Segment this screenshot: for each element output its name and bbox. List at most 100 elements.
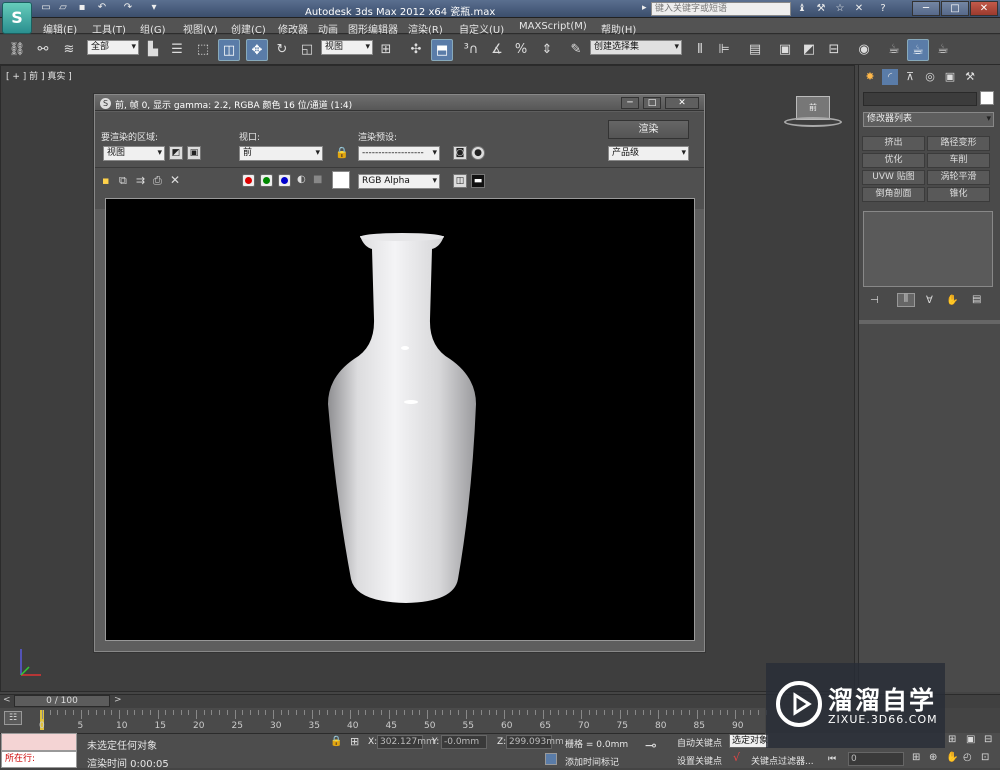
time-slider[interactable]: 0 / 100 [14,695,110,707]
menu-graph-editors[interactable]: 图形编辑器 [348,21,398,36]
absolute-mode-icon[interactable]: ⊞ [350,735,359,748]
schematic-view-icon[interactable]: ⊟ [823,39,845,61]
show-end-result-icon[interactable]: ⫼ [897,293,915,307]
close-button[interactable]: ✕ [970,1,998,16]
snaps-toggle-icon[interactable]: ³∩ [460,39,482,61]
auto-key-button[interactable]: 自动关键点 [677,736,722,749]
toggle-ui-overlay-icon[interactable]: ◫ [453,174,467,188]
slider-prev-icon[interactable]: < [3,695,11,705]
named-selection-select[interactable]: 创建选择集 [590,40,682,55]
clear-image-icon[interactable]: ✕ [170,173,180,187]
help-icon[interactable]: ? [876,2,890,16]
optimize-button[interactable]: 优化 [862,153,925,168]
add-time-tag-button[interactable]: 添加时间标记 [565,755,619,768]
reference-coordinate-select[interactable]: 视图 [321,40,373,55]
mini-curve-editor-icon[interactable]: ☷ [4,711,22,725]
graphite-modeling-icon[interactable]: ▣ [774,39,796,61]
mirror-icon[interactable]: ⫴ [689,39,711,61]
menu-tools[interactable]: 工具(T) [92,21,126,36]
spinner-snap-icon[interactable]: ⇕ [536,39,558,61]
menu-views[interactable]: 视图(V) [183,21,218,36]
display-channel-select[interactable]: RGB Alpha [358,174,440,189]
area-to-render-select[interactable]: 视图 [103,146,165,161]
redo-icon[interactable]: ↷ [122,2,134,14]
make-unique-icon[interactable]: ∀ [926,295,933,306]
go-to-start-icon[interactable]: ⏮ [828,754,836,764]
save-file-icon[interactable]: ▪ [76,2,88,14]
hierarchy-tab-icon[interactable]: ⊼ [902,69,918,85]
menu-group[interactable]: 组(G) [140,21,166,36]
render-window-minimize-button[interactable]: ─ [621,97,639,109]
maximize-viewport-icon[interactable]: ⊡ [981,752,989,763]
monochrome-icon[interactable]: ■ [313,174,322,185]
wrench-icon[interactable]: ⚒ [814,2,828,16]
zoom-extents-icon[interactable]: ⊞ [912,752,920,763]
render-production-icon[interactable]: ☕ [932,39,954,61]
unlink-icon[interactable]: ⚯ [32,39,54,61]
blue-channel-toggle[interactable] [278,174,291,187]
maximize-button[interactable]: □ [941,1,969,16]
environment-effects-icon[interactable]: ● [471,146,485,160]
modify-tab-icon[interactable]: ◜ [882,69,898,85]
uvw-map-button[interactable]: UVW 贴图 [862,170,925,185]
color-swatch[interactable] [332,171,350,189]
render-window-maximize-button[interactable]: □ [643,97,661,109]
time-tag-icon[interactable] [545,753,557,765]
render-button[interactable]: 渲染 [608,120,689,139]
curve-editor-icon[interactable]: ◩ [798,39,820,61]
render-preset-select[interactable]: ------------------- [358,146,440,161]
render-window-close-button[interactable]: ✕ [665,97,699,109]
render-setup-small-icon[interactable]: ◙ [453,146,467,160]
menu-create[interactable]: 创建(C) [231,21,266,36]
menu-maxscript[interactable]: MAXScript(M) [519,21,587,32]
render-setup-icon[interactable]: ☕ [883,39,905,61]
modifier-list-select[interactable]: 修改器列表 [863,112,994,127]
clone-window-icon[interactable]: ⇉ [136,174,145,187]
remove-modifier-icon[interactable]: ✋ [946,295,958,306]
bind-space-warp-icon[interactable]: ≋ [58,39,80,61]
rendered-frame-window-icon[interactable]: ☕ [907,39,929,61]
y-coordinate-field[interactable]: -0.0mm [441,735,487,749]
maxscript-listener-input[interactable] [1,733,77,751]
manipulate-icon[interactable]: ✣ [405,39,427,61]
select-link-icon[interactable]: ⛓ [6,39,28,61]
menu-edit[interactable]: 编辑(E) [43,21,77,36]
x-coordinate-field[interactable]: 302.127mm [377,735,435,749]
alpha-channel-icon[interactable]: ◐ [297,174,306,185]
render-viewport-select[interactable]: 前 [239,146,323,161]
set-key-button[interactable]: 设置关键点 [677,754,722,767]
bevel-profile-button[interactable]: 倒角剖面 [862,187,925,202]
path-deform-button[interactable]: 路径变形 [927,136,990,151]
select-by-name-icon[interactable]: ☰ [166,39,188,61]
material-editor-icon[interactable]: ◉ [853,39,875,61]
turbosmooth-button[interactable]: 涡轮平滑 [927,170,990,185]
utilities-tab-icon[interactable]: ⚒ [962,69,978,85]
select-move-icon[interactable]: ✥ [246,39,268,61]
toggle-ui-icon[interactable]: ▬ [471,174,485,188]
zoom-region-icon[interactable]: ⊞ [948,734,956,745]
menu-modifiers[interactable]: 修改器 [278,21,308,36]
edit-region-icon[interactable]: ◩ [169,146,183,160]
selection-lock-icon[interactable]: 🔒 [330,736,342,747]
red-channel-toggle[interactable] [242,174,255,187]
new-file-icon[interactable]: ▭ [40,2,52,14]
motion-tab-icon[interactable]: ◎ [922,69,938,85]
pin-icon[interactable]: ✕ [852,2,866,16]
taper-button[interactable]: 锥化 [927,187,990,202]
select-rotate-icon[interactable]: ↻ [271,39,293,61]
green-channel-toggle[interactable] [260,174,273,187]
app-logo-icon[interactable]: S [2,2,32,34]
select-object-icon[interactable]: ▙ [142,39,164,61]
object-color-swatch[interactable] [980,91,994,105]
key-filter-icon[interactable]: √ [733,751,740,764]
selected-object-select[interactable]: 选定对象 [729,734,769,748]
menu-rendering[interactable]: 渲染(R) [408,21,443,36]
configure-modifier-sets-icon[interactable]: ▤ [972,294,981,305]
quick-access-dropdown-icon[interactable]: ▾ [148,2,160,14]
key-filters-button[interactable]: 关键点过滤器... [751,754,814,767]
selection-filter-select[interactable]: 全部 [87,40,139,55]
lock-viewport-icon[interactable]: 🔒 [335,146,349,159]
object-name-field[interactable] [863,92,977,106]
star-icon[interactable]: ☆ [833,2,847,16]
zoom-all-icon[interactable]: ⊟ [984,734,992,745]
